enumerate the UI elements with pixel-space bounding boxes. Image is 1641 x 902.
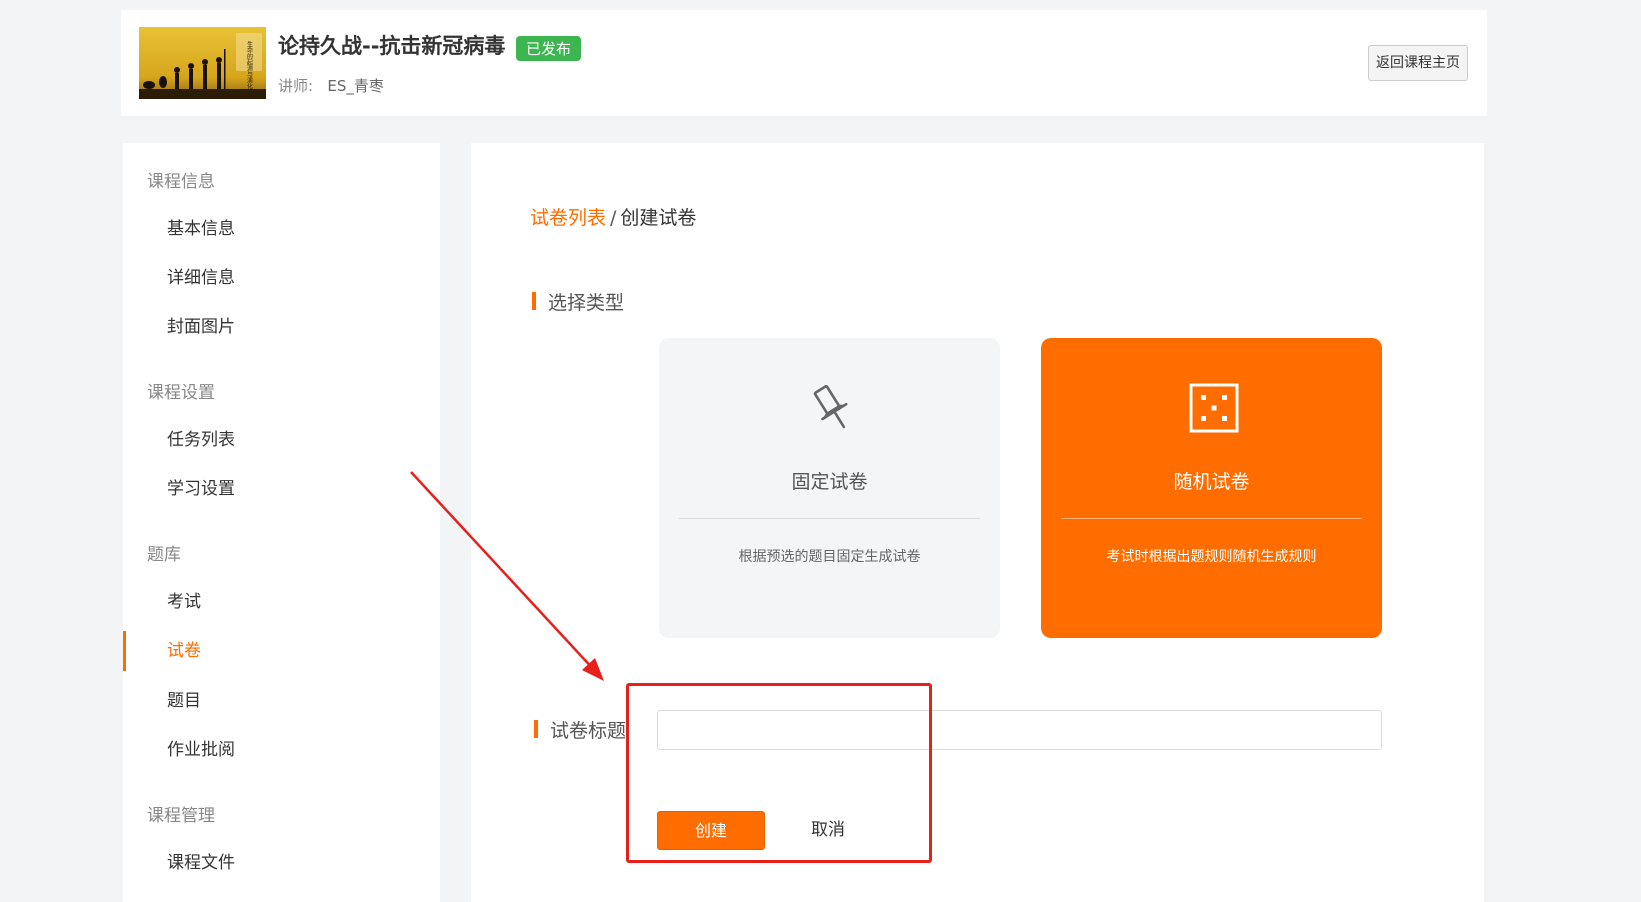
breadcrumb-paper-list-link[interactable]: 试卷列表: [530, 207, 606, 229]
cancel-button[interactable]: 取消: [778, 811, 878, 850]
random-paper-description: 考试时根据出题规则随机生成规则: [1106, 549, 1317, 565]
sidebar: 课程信息 基本信息 详细信息 封面图片 课程设置 任务列表 学习设置 题库 考试…: [123, 143, 440, 902]
sidebar-group-question-bank: 题库: [147, 545, 181, 565]
sidebar-item-exam[interactable]: 考试: [123, 582, 440, 622]
fixed-paper-title: 固定试卷: [791, 471, 868, 493]
paper-title-label: 试卷标题: [534, 716, 626, 743]
sidebar-item-course-files[interactable]: 课程文件: [123, 843, 440, 883]
main-panel: 试卷列表 / 创建试卷 选择类型 固定试卷 根据预选的题目固定生成试卷 随机试卷…: [471, 143, 1484, 902]
sidebar-item-basic-info[interactable]: 基本信息: [123, 209, 440, 249]
type-section-title: 选择类型: [532, 288, 624, 315]
teacher-name: ES_青枣: [327, 77, 384, 95]
breadcrumb-separator: /: [610, 207, 617, 229]
paper-title-input[interactable]: [657, 710, 1382, 750]
cover-caption: 生命的起源与演化: [246, 40, 253, 90]
course-cover-image: 生命的起源与演化: [139, 27, 266, 99]
fixed-paper-description: 根据预选的题目固定生成试卷: [738, 549, 921, 565]
fixed-paper-card[interactable]: 固定试卷 根据预选的题目固定生成试卷: [659, 338, 1000, 638]
sidebar-group-course-management: 课程管理: [147, 806, 215, 826]
back-to-course-button[interactable]: 返回课程主页: [1368, 45, 1468, 81]
sidebar-item-detail-info[interactable]: 详细信息: [123, 258, 440, 298]
teacher-label: 讲师:: [278, 77, 314, 95]
create-button[interactable]: 创建: [657, 811, 765, 850]
sidebar-item-cover-image[interactable]: 封面图片: [123, 307, 440, 347]
sidebar-item-task-list[interactable]: 任务列表: [123, 420, 440, 460]
breadcrumb-current: 创建试卷: [620, 207, 697, 229]
dice-icon: [1189, 383, 1239, 433]
course-title: 论持久战--抗击新冠病毒: [278, 34, 506, 58]
sidebar-item-homework-review[interactable]: 作业批阅: [123, 730, 440, 770]
card-divider: [1061, 518, 1362, 519]
course-header: 生命的起源与演化 论持久战--抗击新冠病毒 已发布 讲师: ES_青枣 返回课程…: [121, 10, 1487, 116]
sidebar-item-questions[interactable]: 题目: [123, 681, 440, 721]
random-paper-title: 随机试卷: [1173, 471, 1250, 493]
sidebar-item-learning-settings[interactable]: 学习设置: [123, 469, 440, 509]
breadcrumb: 试卷列表 / 创建试卷: [530, 203, 696, 230]
sidebar-item-test-paper[interactable]: 试卷: [123, 631, 440, 671]
sidebar-group-course-settings: 课程设置: [147, 383, 215, 403]
random-paper-card[interactable]: 随机试卷 考试时根据出题规则随机生成规则: [1041, 338, 1382, 638]
sidebar-group-course-info: 课程信息: [147, 172, 215, 192]
teacher-info: 讲师: ES_青枣: [278, 75, 384, 96]
status-badge: 已发布: [516, 36, 582, 61]
card-divider: [679, 518, 980, 519]
pushpin-icon: [813, 384, 848, 429]
